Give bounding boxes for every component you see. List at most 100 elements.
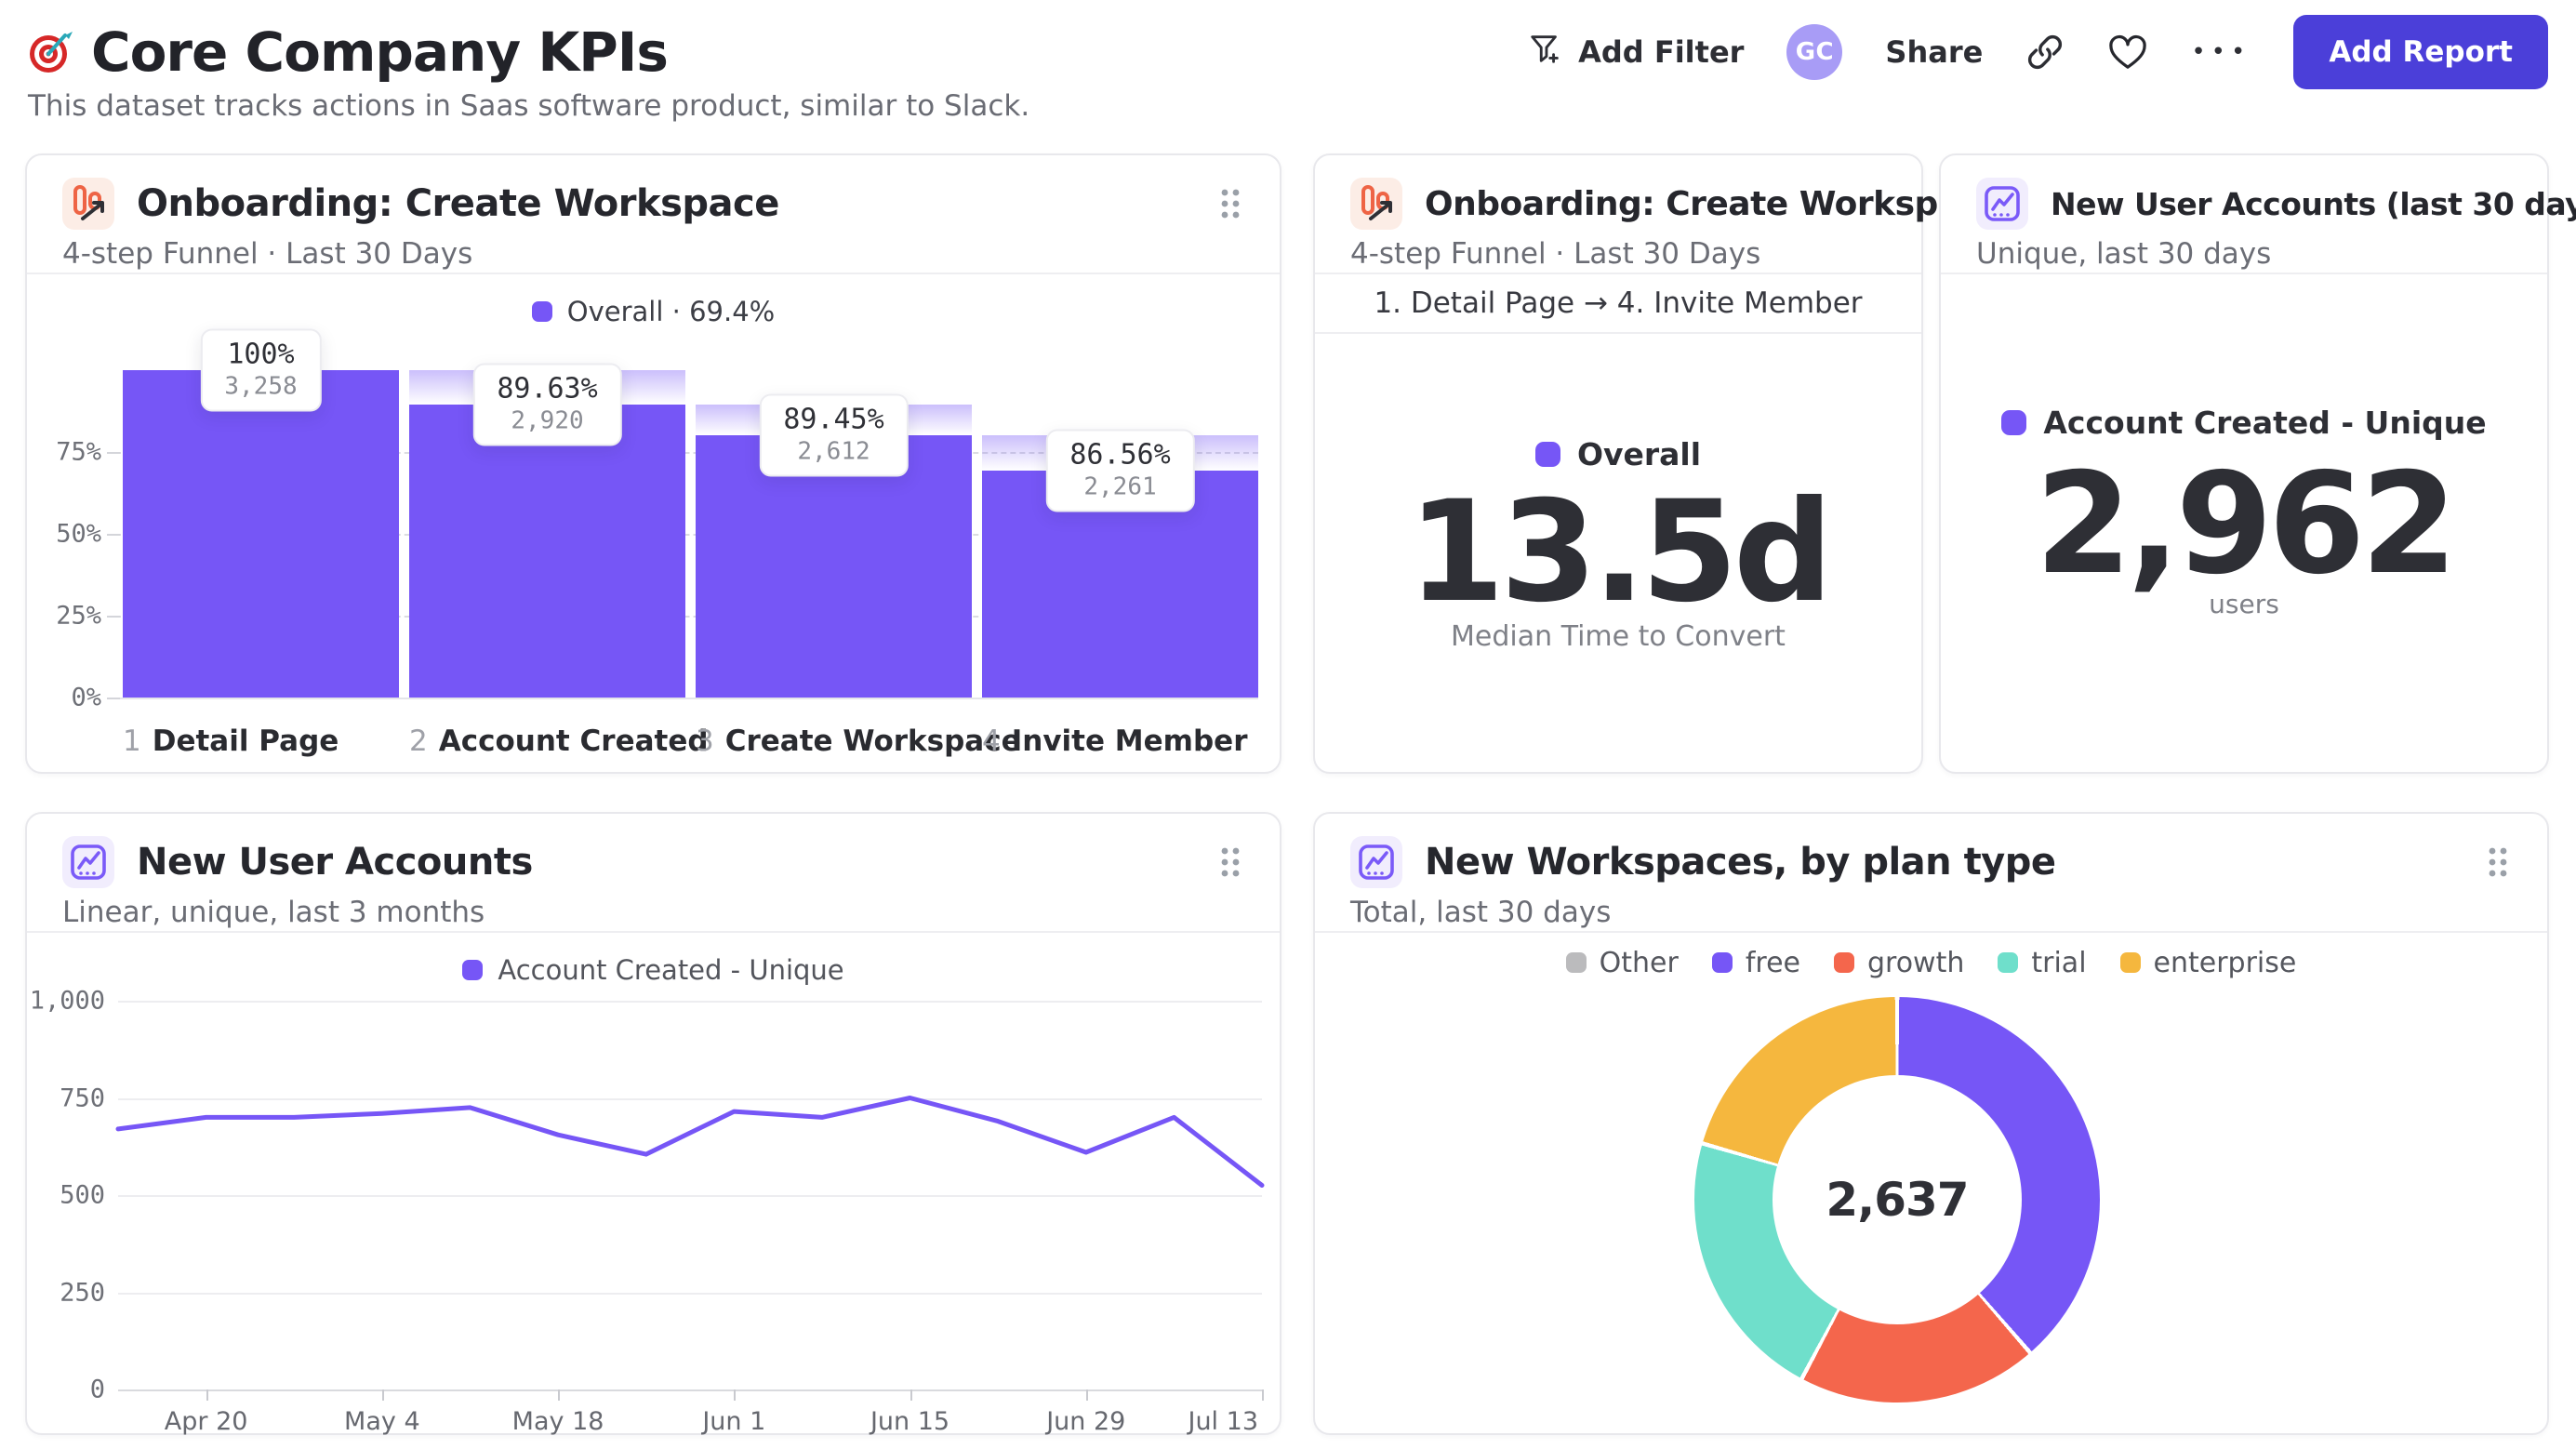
legend-swatch: [1711, 952, 1733, 973]
donut-legend-item[interactable]: Other: [1565, 946, 1679, 979]
line-x-axis-tick: [206, 1389, 208, 1401]
funnel-axis-tick: [107, 698, 120, 699]
add-filter-button[interactable]: Add Filter: [1528, 31, 1744, 73]
funnel-step-range: 1. Detail Page → 4. Invite Member: [1315, 274, 1921, 334]
card-title: New Workspaces, by plan type: [1425, 841, 2056, 884]
funnel-y-axis-label: 25%: [56, 601, 101, 631]
funnel-tooltip-pct: 100%: [227, 338, 295, 371]
line-y-axis-label: 500: [60, 1180, 105, 1210]
legend-label: Other: [1599, 946, 1679, 979]
metric-legend[interactable]: Account Created - Unique: [1941, 405, 2547, 441]
share-button[interactable]: Share: [1885, 34, 1983, 70]
line-x-axis-tick: [381, 1389, 384, 1401]
line-series[interactable]: [115, 1001, 1265, 1389]
funnel-baseline: [115, 698, 1258, 699]
drag-handle-icon[interactable]: [2482, 841, 2514, 884]
line-x-axis-label: Jul 13: [1188, 1407, 1258, 1436]
line-y-axis-label: 250: [60, 1278, 105, 1307]
donut-legend-item[interactable]: free: [1711, 946, 1800, 979]
filter-plus-icon: [1528, 31, 1563, 73]
line-gridline: [118, 1389, 1262, 1391]
card-title: New User Accounts (last 30 days): [2051, 185, 2576, 222]
line-x-axis-label: Apr 20: [164, 1407, 248, 1436]
funnel-tooltip-pct: 86.56%: [1069, 438, 1171, 472]
insights-report-icon: [1350, 836, 1402, 888]
line-x-axis-label: May 4: [344, 1407, 420, 1436]
metric-value: 2,962: [2035, 444, 2457, 605]
line-x-axis-tick: [558, 1389, 561, 1401]
metric-caption: users: [2209, 589, 2279, 619]
more-options-icon[interactable]: •••: [2191, 38, 2251, 66]
funnel-tooltip-pct: 89.45%: [783, 403, 884, 436]
favorite-heart-icon[interactable]: [2107, 33, 2148, 71]
avatar[interactable]: GC: [1786, 24, 1843, 80]
card-onboarding-funnel: Onboarding: Create Workspace 4-step Funn…: [25, 153, 1281, 774]
legend-label: growth: [1866, 946, 1965, 979]
funnel-tooltip-count: 2,612: [797, 437, 870, 466]
legend-swatch: [2119, 952, 2141, 973]
add-report-button[interactable]: Add Report: [2293, 15, 2548, 89]
funnel-tooltip-count: 2,920: [511, 406, 584, 434]
card-new-user-accounts-trend: New User Accounts Linear, unique, last 3…: [25, 812, 1281, 1436]
funnel-report-icon: [1350, 178, 1402, 230]
donut-hole: 2,637: [1773, 1075, 2022, 1324]
funnel-tooltip-count: 3,258: [224, 372, 298, 401]
legend-swatch: [1998, 952, 2019, 973]
funnel-axis-tick: [107, 616, 120, 618]
dashboard-page: Core Company KPIs This dataset tracks ac…: [0, 0, 2576, 1449]
funnel-tooltip-count: 2,261: [1083, 472, 1157, 501]
funnel-y-axis-label: 0%: [71, 683, 101, 712]
line-x-axis-label: Jun 1: [702, 1407, 766, 1436]
funnel-tooltip-pct: 89.63%: [497, 372, 598, 405]
page-subtitle: This dataset tracks actions in Saas soft…: [28, 89, 1030, 123]
funnel-y-axis-label: 50%: [56, 519, 101, 549]
card-subtitle: 4-step Funnel · Last 30 Days: [1350, 237, 1761, 271]
funnel-bar[interactable]: [409, 404, 685, 698]
legend-label: enterprise: [2153, 946, 2297, 979]
donut-legend-item[interactable]: trial: [1998, 947, 2087, 979]
donut-legend-item[interactable]: growth: [1833, 946, 1965, 979]
line-x-axis-label: Jun 29: [1046, 1407, 1126, 1436]
legend-swatch: [1833, 952, 1854, 973]
funnel-tooltip: 89.45% 2,612: [759, 393, 909, 477]
legend-swatch: [2001, 410, 2027, 435]
metric-legend[interactable]: Overall: [1315, 436, 1921, 472]
donut-total: 2,637: [1826, 1173, 1969, 1227]
donut-legend: Other free growth trial enterprise: [1315, 944, 2547, 981]
card-new-user-accounts-30d: New User Accounts (last 30 days) Unique,…: [1939, 153, 2576, 774]
line-y-axis-label: 0: [89, 1375, 105, 1404]
metric-caption: Median Time to Convert: [1451, 620, 1786, 653]
dartboard-icon: [26, 28, 74, 76]
funnel-step-label: 3 Create Workspace: [696, 724, 1021, 758]
legend-label: free: [1745, 946, 1800, 979]
line-y-axis-label: 750: [60, 1083, 105, 1112]
line-chart: 1,000 750 500 250 0 Apr 20 May 4 May 18 Jun 1 Jun…: [27, 814, 1280, 1436]
funnel-step-label: 1 Detail Page: [123, 724, 339, 758]
insights-report-icon: [1976, 178, 2028, 230]
funnel-step-label: 4 Invite Member: [982, 724, 1248, 758]
link-icon[interactable]: [2025, 33, 2065, 72]
card-new-workspaces-by-plan: New Workspaces, by plan type Total, last…: [1313, 812, 2549, 1435]
funnel-chart: 75% 50% 25% 0% 100% 3,258 1 Detail Page 89.63% 2,…: [27, 155, 1280, 772]
page-title: Core Company KPIs: [91, 20, 669, 84]
funnel-tooltip: 89.63% 2,920: [472, 363, 622, 445]
funnel-axis-tick: [107, 452, 120, 454]
legend-swatch: [1565, 952, 1587, 973]
line-x-axis-tick: [910, 1389, 912, 1401]
line-x-axis-tick: [734, 1389, 737, 1401]
funnel-tooltip: 86.56% 2,261: [1045, 429, 1195, 512]
metric-value: 13.5d: [1407, 472, 1833, 633]
card-median-time-to-convert: Onboarding: Create Workspace 4-step Funn…: [1313, 153, 2049, 774]
funnel-tooltip: 100% 3,258: [200, 328, 322, 412]
card-subtitle: Total, last 30 days: [1350, 896, 1612, 929]
funnel-bar[interactable]: [123, 370, 399, 698]
donut-legend-item[interactable]: enterprise: [2119, 946, 2297, 979]
funnel-y-axis-label: 75%: [56, 437, 101, 467]
line-x-axis-label: Jun 15: [870, 1407, 950, 1436]
line-x-axis-label: May 18: [511, 1407, 604, 1436]
legend-swatch: [1534, 442, 1560, 467]
line-x-axis-tick: [1085, 1389, 1088, 1401]
funnel-axis-tick: [107, 534, 120, 536]
card-subtitle: Unique, last 30 days: [1976, 237, 2272, 271]
card-title: Onboarding: Create Workspace: [1425, 184, 2002, 223]
